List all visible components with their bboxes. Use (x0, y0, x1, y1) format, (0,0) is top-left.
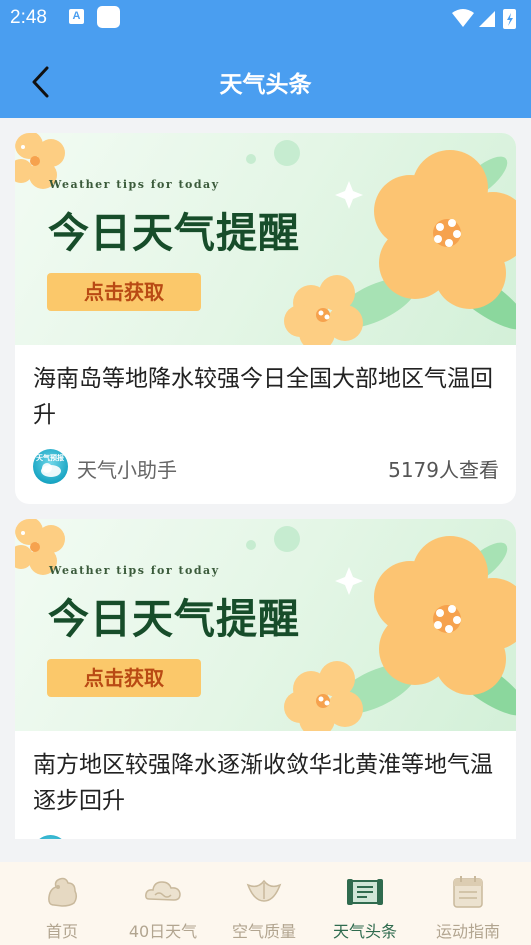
author-row (33, 835, 499, 839)
page-title: 天气头条 (219, 72, 312, 98)
weather-avatar-icon (41, 463, 61, 477)
leaf-icon (246, 879, 282, 902)
header-bar: 天气头条 (0, 38, 531, 118)
view-count: 5179人查看 (388, 458, 499, 482)
banner-get-button[interactable]: 点击获取 (47, 273, 201, 311)
status-bar: 2:48 A (0, 0, 531, 38)
tab-40-day-weather[interactable]: 40日天气 (113, 862, 213, 945)
tab-label: 运动指南 (435, 922, 500, 941)
cloud-icon (145, 881, 181, 901)
bottom-tab-bar: 首页 40日天气 空气质量 天气头条 运动指南 (0, 862, 531, 945)
article-banner[interactable]: Weather tips for today 今日天气提醒 点击获取 (15, 133, 516, 345)
calendar-icon (453, 876, 483, 908)
status-indicators (452, 9, 516, 29)
article-card[interactable]: Weather tips for today 今日天气提醒 点击获取 南方地区较… (15, 519, 516, 839)
article-card[interactable]: Weather tips for today 今日天气提醒 点击获取 海南岛等地… (15, 133, 516, 504)
tab-air-quality[interactable]: 空气质量 (214, 862, 314, 945)
tab-label: 40日天气 (128, 922, 198, 941)
tab-weather-headlines[interactable]: 天气头条 (315, 862, 415, 945)
banner-tagline: Weather tips for today (49, 564, 220, 577)
article-title[interactable]: 南方地区较强降水逐渐收敛华北黄淮等地气温逐步回升 (33, 747, 503, 819)
notification-app-icon (97, 6, 120, 28)
author-row: 天气预报 天气小助手 5179人查看 (33, 449, 499, 485)
signal-icon (479, 11, 495, 27)
article-title[interactable]: 海南岛等地降水较强今日全国大部地区气温回升 (33, 361, 503, 433)
avatar (33, 835, 68, 839)
article-banner[interactable]: Weather tips for today 今日天气提醒 点击获取 (15, 519, 516, 731)
banner-headline: 今日天气提醒 (48, 209, 300, 257)
tab-label: 天气头条 (332, 922, 397, 941)
avatar: 天气预报 (33, 449, 68, 484)
banner-get-button[interactable]: 点击获取 (47, 659, 201, 697)
tab-home[interactable]: 首页 (12, 862, 112, 945)
notification-a-icon: A (69, 9, 84, 24)
banner-headline: 今日天气提醒 (48, 595, 300, 643)
banner-tagline: Weather tips for today (49, 178, 220, 191)
tab-label: 空气质量 (231, 922, 296, 941)
news-scroll-icon (347, 879, 383, 905)
tab-exercise-guide[interactable]: 运动指南 (418, 862, 518, 945)
tab-label: 首页 (45, 922, 78, 941)
author-name: 天气小助手 (77, 458, 177, 482)
status-time: 2:48 (10, 7, 47, 28)
wifi-icon (452, 9, 474, 27)
home-icon (48, 877, 78, 907)
